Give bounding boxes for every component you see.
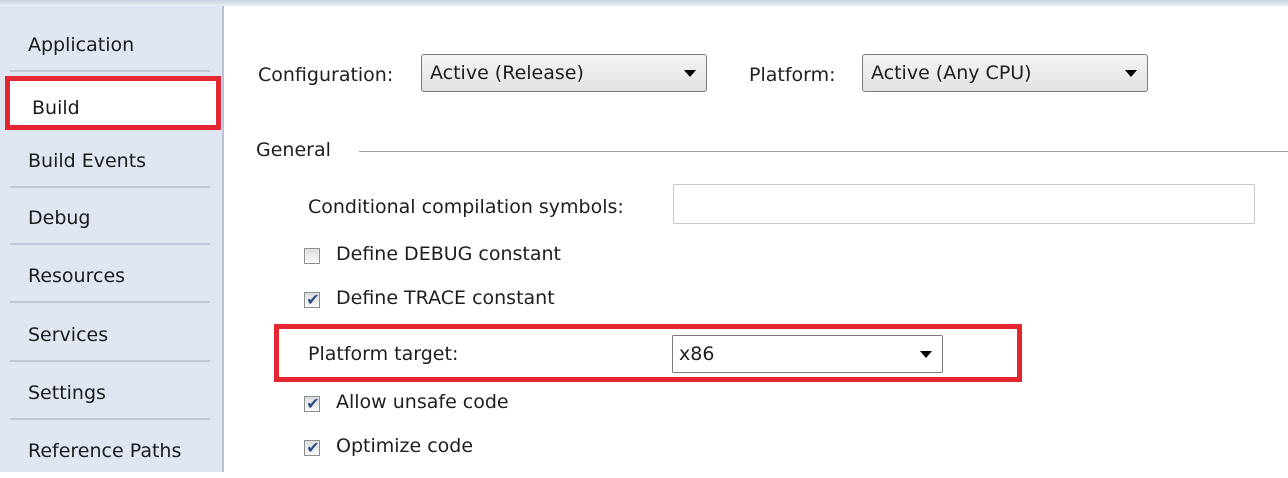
- sidebar-item-label: Settings: [28, 382, 106, 404]
- chevron-down-icon: [684, 70, 696, 77]
- conditional-symbols-label: Conditional compilation symbols:: [308, 196, 624, 218]
- conditional-symbols-input[interactable]: [673, 184, 1255, 224]
- define-debug-label: Define DEBUG constant: [336, 243, 561, 265]
- platform-label: Platform:: [749, 64, 836, 86]
- sidebar-item-label: Build Events: [28, 150, 147, 172]
- checkmark-icon: ✔: [306, 438, 320, 457]
- section-divider: [359, 151, 1288, 152]
- platform-target-dropdown[interactable]: x86: [672, 335, 943, 373]
- build-settings-panel: Configuration: Active (Release) Platform…: [224, 6, 1288, 472]
- sidebar-item-label: Reference Paths: [28, 440, 182, 462]
- sidebar-item-label: Build: [32, 97, 80, 119]
- configuration-value: Active (Release): [430, 62, 584, 84]
- sidebar-item-application[interactable]: Application: [10, 18, 210, 72]
- platform-target-value: x86: [679, 343, 715, 365]
- define-trace-label: Define TRACE constant: [336, 287, 555, 309]
- sidebar-item-resources[interactable]: Resources: [10, 249, 210, 303]
- sidebar-item-debug[interactable]: Debug: [10, 191, 210, 245]
- sidebar-item-build-events[interactable]: Build Events: [10, 134, 210, 188]
- sidebar-item-services[interactable]: Services: [10, 308, 210, 362]
- platform-target-label: Platform target:: [308, 343, 459, 365]
- sidebar-item-label: Debug: [28, 207, 91, 229]
- optimize-code-checkbox[interactable]: ✔: [304, 438, 320, 457]
- sidebar-item-build[interactable]: Build: [5, 76, 221, 130]
- allow-unsafe-checkbox[interactable]: ✔: [304, 394, 320, 413]
- allow-unsafe-label: Allow unsafe code: [336, 391, 509, 413]
- sidebar-item-label: Application: [28, 34, 135, 56]
- sidebar: Application Build Build Events Debug Res…: [0, 6, 224, 472]
- sidebar-item-label: Services: [28, 324, 109, 346]
- platform-dropdown[interactable]: Active (Any CPU): [862, 54, 1148, 92]
- sidebar-item-reference-paths[interactable]: Reference Paths: [10, 424, 210, 478]
- define-debug-checkbox[interactable]: [304, 248, 320, 264]
- checkmark-icon: ✔: [306, 290, 320, 309]
- chevron-down-icon: [1125, 70, 1137, 77]
- define-trace-checkbox[interactable]: ✔: [304, 290, 320, 309]
- sidebar-item-label: Resources: [28, 265, 126, 287]
- configuration-label: Configuration:: [258, 64, 394, 86]
- optimize-code-label: Optimize code: [336, 435, 474, 457]
- chevron-down-icon: [920, 351, 932, 358]
- section-title-general: General: [256, 139, 331, 161]
- sidebar-item-settings[interactable]: Settings: [10, 366, 210, 420]
- configuration-dropdown[interactable]: Active (Release): [421, 54, 707, 92]
- checkmark-icon: ✔: [306, 394, 320, 413]
- platform-value: Active (Any CPU): [871, 62, 1032, 84]
